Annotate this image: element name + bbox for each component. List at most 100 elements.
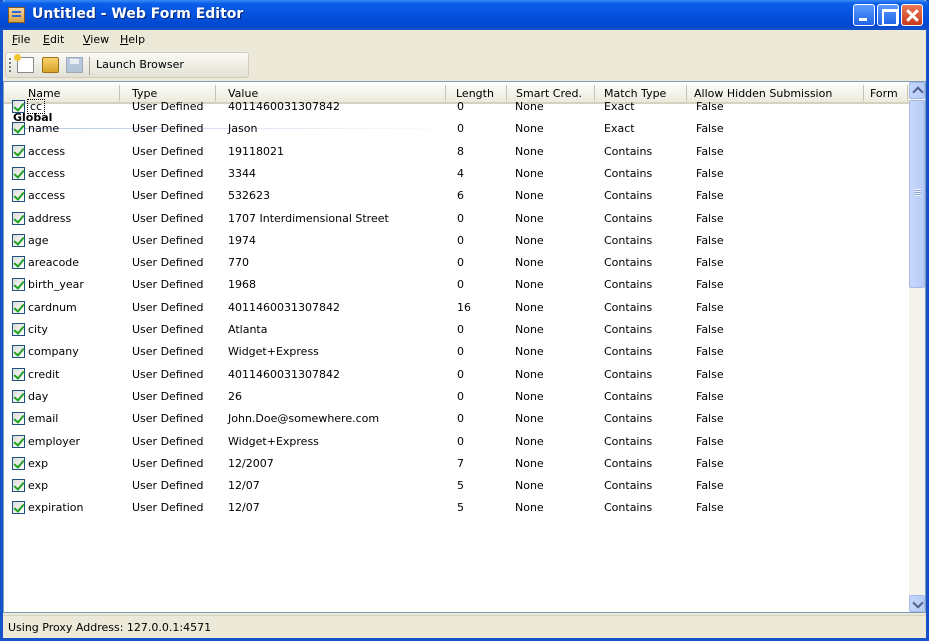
open-folder-icon[interactable] <box>42 57 59 73</box>
cell-name: access <box>28 189 66 203</box>
cell-name: cc <box>26 99 46 114</box>
table-row[interactable]: name User Defined Jason 0 None Exact False <box>4 119 909 141</box>
cell-match-type: Contains <box>604 345 653 359</box>
scroll-thumb[interactable] <box>909 100 925 288</box>
close-button[interactable] <box>901 4 923 26</box>
table-row[interactable]: access User Defined 532623 6 None Contains Fal… <box>4 186 909 208</box>
toolbar-separator <box>89 57 90 75</box>
cell-type: User Defined <box>132 367 204 381</box>
table-row[interactable]: areacode User Defined 770 0 None Contains Fals… <box>4 253 909 275</box>
table-row[interactable]: address User Defined 1707 Interdimensional… <box>4 209 909 231</box>
save-disk-icon[interactable] <box>66 57 83 73</box>
table-row[interactable]: access User Defined 19118021 8 None Contains F… <box>4 142 909 164</box>
row-checkbox[interactable] <box>12 144 25 158</box>
table-row[interactable]: company User Defined Widget+Express 0 None Co… <box>4 342 909 364</box>
cell-smart-cred: None <box>515 501 544 515</box>
row-checkbox[interactable] <box>12 278 25 292</box>
window-title: Untitled - Web Form Editor <box>32 6 244 22</box>
cell-name: company <box>28 345 79 359</box>
table-row[interactable]: email User Defined John.Doe@somewhere.com 0… <box>4 409 909 431</box>
row-checkbox[interactable] <box>12 256 25 270</box>
menu-edit[interactable]: Edit <box>43 33 64 46</box>
cell-length: 0 <box>457 412 464 426</box>
table-row[interactable]: cardnum User Defined 4011460031307842 16 Non… <box>4 298 909 320</box>
app-icon[interactable] <box>8 7 25 23</box>
menu-view[interactable]: View <box>83 33 109 46</box>
row-checkbox[interactable] <box>12 300 25 314</box>
row-checkbox[interactable] <box>12 456 25 470</box>
cell-match-type: Contains <box>604 367 653 381</box>
cell-allow-hidden: False <box>696 300 724 314</box>
cell-name: areacode <box>28 256 80 270</box>
cell-value: 532623 <box>228 189 270 203</box>
cell-allow-hidden: False <box>696 122 724 136</box>
scroll-up-icon[interactable] <box>909 82 925 99</box>
launch-browser-button[interactable]: Launch Browser <box>96 58 184 71</box>
cell-allow-hidden: False <box>696 345 724 359</box>
table-row[interactable]: birth_year User Defined 1968 0 None Contains F… <box>4 275 909 297</box>
table-row[interactable]: day User Defined 26 0 None Contains False <box>4 387 909 409</box>
maximize-button[interactable] <box>877 4 899 26</box>
row-checkbox[interactable] <box>12 122 25 136</box>
row-checkbox[interactable] <box>12 100 25 113</box>
vertical-scrollbar[interactable] <box>909 82 925 612</box>
cell-length: 0 <box>457 233 464 247</box>
row-checkbox[interactable] <box>12 189 25 203</box>
cell-length: 5 <box>457 501 464 515</box>
row-checkbox[interactable] <box>12 166 25 180</box>
cell-name: expiration <box>28 501 84 515</box>
minimize-button[interactable] <box>853 4 875 26</box>
cell-match-type: Contains <box>604 233 653 247</box>
cell-allow-hidden: False <box>696 367 724 381</box>
cell-value: Widget+Express <box>228 345 319 359</box>
cell-length: 6 <box>457 189 464 203</box>
table-row[interactable]: access User Defined 3344 4 None Contains False <box>4 164 909 186</box>
table-row[interactable]: age User Defined 1974 0 None Contains False <box>4 231 909 253</box>
cell-match-type: Contains <box>604 144 653 158</box>
cell-match-type: Contains <box>604 434 653 448</box>
new-file-icon[interactable] <box>14 54 34 73</box>
menu-help[interactable]: Help <box>120 33 145 46</box>
cell-match-type: Contains <box>604 323 653 336</box>
table-row[interactable]: expiration User Defined 12/07 5 None Contains… <box>4 498 909 520</box>
cell-smart-cred: None <box>515 389 544 403</box>
cell-length: 0 <box>457 323 464 336</box>
row-checkbox[interactable] <box>12 389 25 403</box>
table-row[interactable]: city User Defined Atlanta 0 None Contains Fals… <box>4 320 909 342</box>
table-row[interactable]: employer User Defined Widget+Express 0 None C… <box>4 432 909 454</box>
row-checkbox[interactable] <box>12 412 25 426</box>
cell-smart-cred: None <box>515 278 544 292</box>
form-fields-list[interactable]: Name Type Value Length Smart Cred. Match… <box>3 81 926 613</box>
cell-length: 0 <box>457 278 464 292</box>
cell-name: credit <box>28 367 60 381</box>
cell-match-type: Contains <box>604 278 653 292</box>
cell-match-type: Contains <box>604 189 653 203</box>
row-checkbox[interactable] <box>12 211 25 225</box>
row-checkbox[interactable] <box>12 345 25 359</box>
cell-allow-hidden: False <box>696 479 724 493</box>
toolbar-grip-icon[interactable] <box>9 58 11 74</box>
row-checkbox[interactable] <box>12 323 25 336</box>
table-row[interactable]: exp User Defined 12/2007 7 None Contains False <box>4 454 909 476</box>
scroll-down-icon[interactable] <box>909 595 925 612</box>
row-checkbox[interactable] <box>12 367 25 381</box>
table-row[interactable]: credit User Defined 4011460031307842 0 None C… <box>4 365 909 387</box>
row-checkbox[interactable] <box>12 479 25 493</box>
title-bar[interactable]: Untitled - Web Form Editor <box>0 0 929 30</box>
cell-smart-cred: None <box>515 211 544 225</box>
cell-name: day <box>28 389 49 403</box>
cell-allow-hidden: False <box>696 144 724 158</box>
row-checkbox[interactable] <box>12 233 25 247</box>
cell-type: User Defined <box>132 434 204 448</box>
cell-match-type: Contains <box>604 479 653 493</box>
menu-file[interactable]: File <box>12 33 30 46</box>
table-row[interactable]: exp User Defined 12/07 5 None Contains False <box>4 476 909 498</box>
cell-length: 8 <box>457 144 464 158</box>
cell-value: 1707 Interdimensional Street <box>228 211 389 225</box>
cell-length: 5 <box>457 479 464 493</box>
row-checkbox[interactable] <box>12 434 25 448</box>
table-row[interactable]: cc User Defined 4011460031307842 0 None Exact… <box>4 97 909 119</box>
cell-smart-cred: None <box>515 256 544 270</box>
row-checkbox[interactable] <box>12 501 25 515</box>
cell-smart-cred: None <box>515 300 544 314</box>
